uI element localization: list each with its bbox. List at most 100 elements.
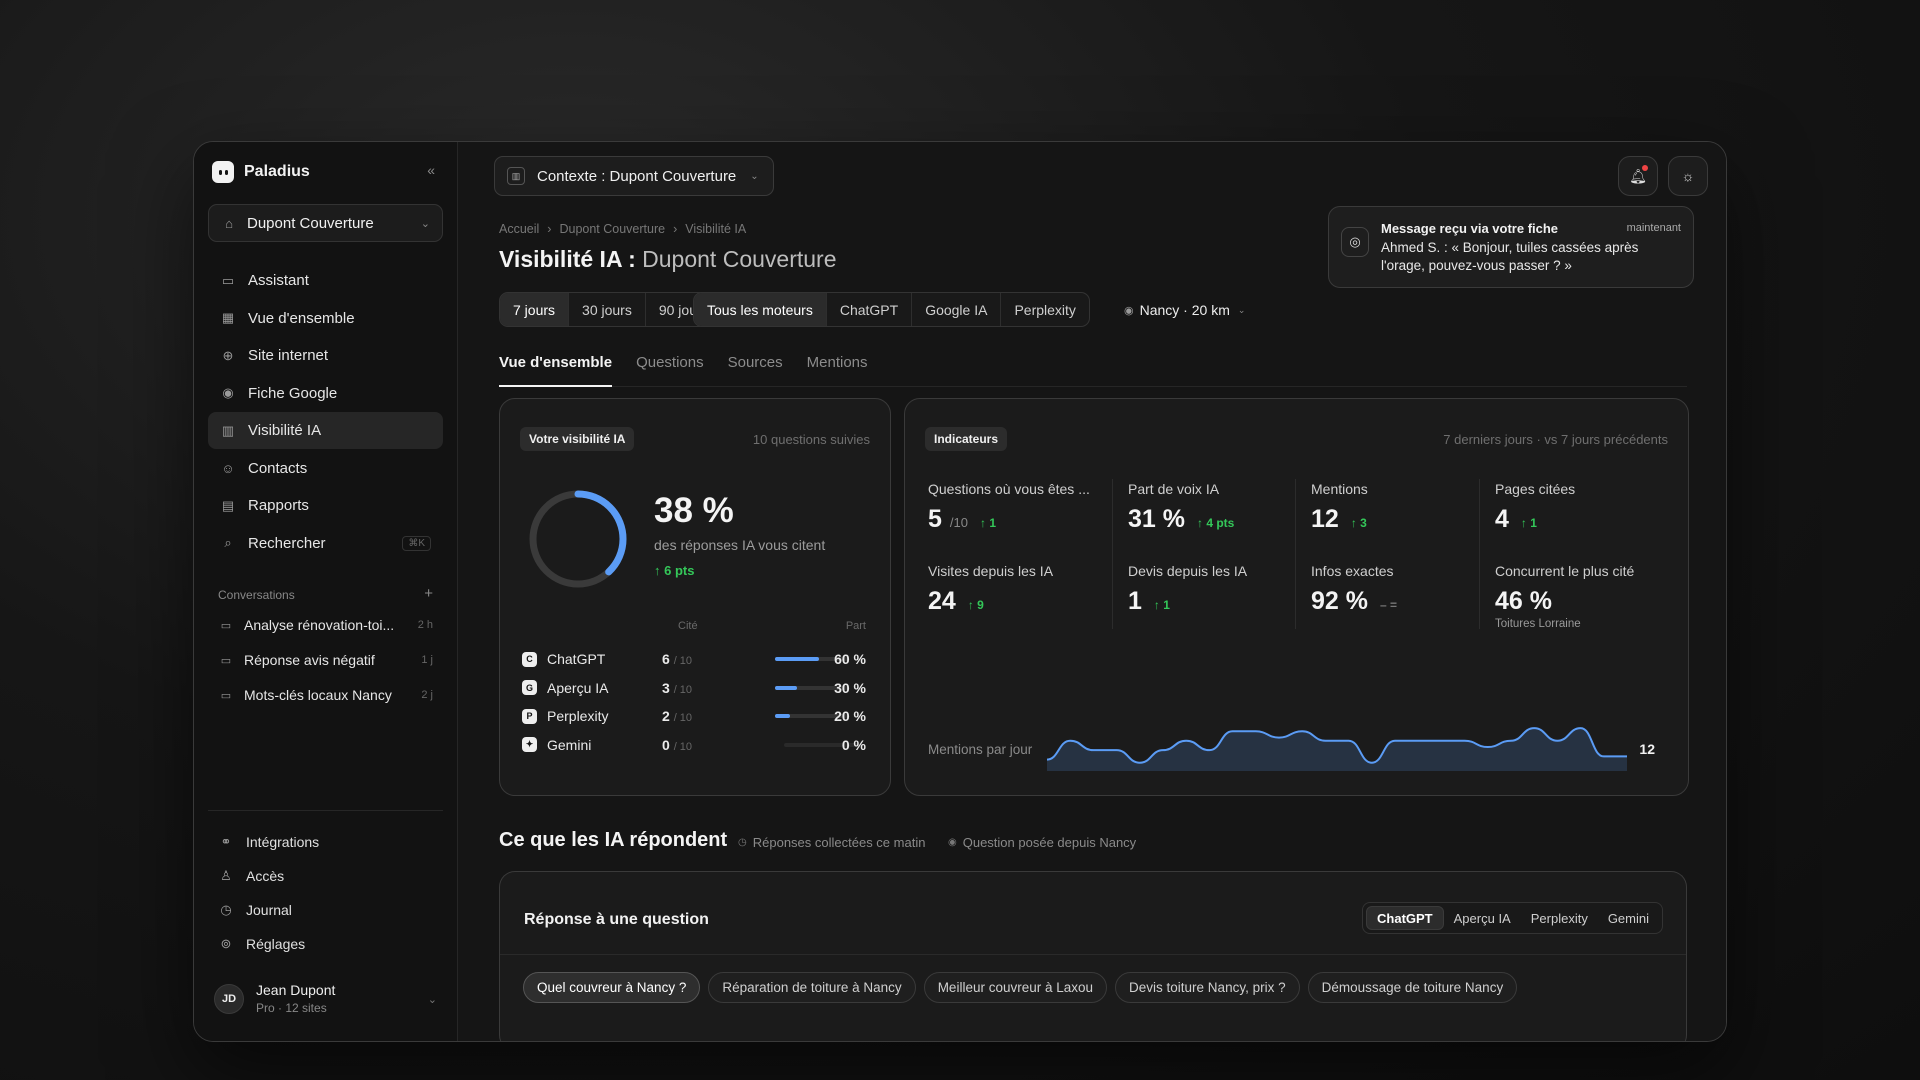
metric-divider (1112, 479, 1113, 629)
question-chip[interactable]: Quel couvreur à Nancy ? (523, 972, 701, 1003)
answer-engine-option[interactable]: Aperçu IA (1444, 906, 1521, 930)
nav-item-ai-visibility[interactable]: ▥ Visibilité IA (208, 412, 443, 449)
nav-item-website[interactable]: ⊕ Site internet (208, 337, 443, 374)
breadcrumb-item[interactable]: Accueil (499, 222, 539, 236)
answer-engine-option[interactable]: Gemini (1598, 906, 1659, 930)
notification-toast[interactable]: ◎ Message reçu via votre fiche Ahmed S. … (1328, 206, 1694, 288)
user-menu[interactable]: JD Jean Dupont Pro · 12 sites ⌄ (208, 974, 443, 1024)
chevron-down-icon: ⌄ (1237, 304, 1246, 315)
engine-cited: 2 / 10 (662, 708, 692, 724)
visibility-percent: 38 % (654, 491, 734, 530)
nav-item-contacts[interactable]: ☺ Contacts (208, 450, 443, 487)
nav-item-google-profile[interactable]: ◉ Fiche Google (208, 375, 443, 412)
metric-value: 24 (928, 587, 956, 615)
engine-cited-value: 3 (662, 679, 670, 696)
nav-item-access[interactable]: ♙ Accès (208, 859, 443, 893)
chevron-down-icon: ⌄ (750, 170, 759, 182)
brand[interactable]: Paladius (208, 142, 443, 202)
brand-name: Paladius (244, 163, 310, 180)
nav-item-overview[interactable]: ▦ Vue d'ensemble (208, 300, 443, 337)
metric-divider (1479, 479, 1480, 629)
engine-row[interactable]: ✦ Gemini 0 / 10 0 % (522, 735, 866, 755)
nav-item-label: Fiche Google (248, 384, 338, 402)
report-icon: ▤ (221, 497, 235, 513)
engine-logo-icon: C (522, 651, 537, 667)
engine-row[interactable]: G Aperçu IA 3 / 10 30 % (522, 678, 866, 698)
conversation-item[interactable]: ▭ Réponse avis négatif 1 j (208, 643, 443, 678)
engine-share-fill (775, 714, 790, 718)
conversation-title: Analyse rénovation-toi... (244, 617, 395, 633)
notifications-button[interactable]: 🔔︎ (1618, 156, 1658, 196)
indicators-badge: Indicateurs (925, 427, 1008, 451)
tab-mentions[interactable]: Mentions (807, 352, 868, 387)
conversation-item[interactable]: ▭ Mots-clés locaux Nancy 2 j (208, 678, 443, 713)
cited-column-header: Cité (678, 620, 698, 632)
search-icon: ⌕ (224, 535, 232, 550)
nav-item-integrations[interactable]: ⚭ Intégrations (208, 825, 443, 859)
metric-value: 92 % (1311, 587, 1368, 615)
engine-option[interactable]: Tous les moteurs (694, 293, 827, 326)
engine-share: 0 % (841, 736, 866, 753)
brand-logo-icon (212, 161, 234, 183)
tab-questions[interactable]: Questions (636, 352, 704, 387)
period-option[interactable]: 30 jours (569, 293, 646, 326)
engine-option[interactable]: ChatGPT (827, 293, 913, 326)
nav-item-settings[interactable]: ⊚ Réglages (208, 927, 443, 961)
chat-icon: ▭ (221, 272, 235, 288)
period-option[interactable]: 7 jours (500, 293, 570, 326)
nav-item-label: Journal (246, 902, 292, 918)
question-chip[interactable]: Réparation de toiture à Nancy (708, 972, 916, 1003)
grid-icon: ▦ (221, 310, 235, 325)
nav-item-label: Contacts (248, 459, 308, 477)
question-chip[interactable]: Démoussage de toiture Nancy (1307, 972, 1518, 1003)
engine-row[interactable]: C ChatGPT 6 / 10 60 % (522, 649, 866, 669)
metric-delta: ↑ 9 (967, 598, 984, 612)
answers-meta-location: ◉ Question posée depuis Nancy (948, 834, 1136, 850)
collapse-sidebar-icon[interactable]: « (427, 162, 435, 178)
engine-name: Gemini (547, 736, 592, 753)
question-chip[interactable]: Devis toiture Nancy, prix ? (1115, 972, 1300, 1003)
nav-item-reports[interactable]: ▤ Rapports (208, 487, 443, 524)
context-selector[interactable]: ▥ Contexte : Dupont Couverture ⌄ (494, 156, 774, 196)
visibility-delta: ↑ 6 pts (654, 563, 695, 578)
conversation-item[interactable]: ▭ Analyse rénovation-toi... 2 h (208, 608, 443, 643)
metric-delta: ↑ 1 (1153, 598, 1170, 612)
tab-overview[interactable]: Vue d'ensemble (499, 352, 613, 387)
globe-icon: ⊕ (222, 347, 234, 363)
nav-item-assistant[interactable]: ▭ Assistant (208, 262, 443, 299)
divider (500, 954, 1686, 955)
engine-cited-value: 6 (662, 651, 670, 667)
nav-item-label: Rapports (248, 497, 309, 514)
metric-tile: Visites depuis les IA 24 ↑ 9 (928, 563, 1098, 616)
breadcrumb-item[interactable]: Dupont Couverture (559, 222, 665, 236)
theme-toggle-button[interactable]: ☼ (1668, 156, 1708, 196)
tab-sources[interactable]: Sources (728, 352, 783, 387)
conversation-time: 1 j (421, 654, 433, 666)
engine-option[interactable]: Google IA (912, 293, 1002, 326)
visibility-description: des réponses IA vous citent (654, 537, 826, 553)
nav-item-journal[interactable]: ◷ Journal (208, 893, 443, 927)
metric-delta: ↑ 1 (979, 516, 996, 530)
question-chip[interactable]: Meilleur couvreur à Laxou (923, 972, 1108, 1003)
main-content: ▥ Contexte : Dupont Couverture ⌄ 🔔︎ ☼ ◎ … (458, 142, 1726, 1041)
engine-row[interactable]: P Perplexity 2 / 10 20 % (522, 706, 866, 726)
engine-logo-icon: G (522, 680, 537, 695)
nav-item-search[interactable]: ⌕ Rechercher ⌘K (208, 525, 443, 562)
sparkline-last-value: 12 (1639, 741, 1655, 757)
engine-name: ChatGPT (547, 651, 606, 667)
add-conversation-icon[interactable]: + (424, 586, 433, 602)
building-icon: ▥ (507, 167, 525, 185)
engine-option[interactable]: Perplexity (1001, 293, 1088, 326)
user-plan: Pro · 12 sites (256, 1001, 327, 1015)
metric-delta: ↑ 3 (1350, 516, 1367, 530)
answer-engine-option[interactable]: Perplexity (1521, 906, 1598, 930)
workspace-selector[interactable]: ⌂ Dupont Couverture ⌄ (208, 204, 443, 242)
conversation-title: Réponse avis négatif (244, 652, 375, 668)
avatar: JD (214, 984, 244, 1014)
metric-suffix: /10 (949, 515, 968, 530)
answer-engine-option[interactable]: ChatGPT (1366, 906, 1444, 930)
location-label: Nancy · 20 km (1139, 302, 1230, 318)
page-title-main: Visibilité IA : (499, 246, 636, 272)
main-nav: ▭ Assistant ▦ Vue d'ensemble ⊕ Site inte… (208, 262, 443, 562)
location-filter[interactable]: ◉ Nancy · 20 km ⌄ (1124, 302, 1245, 318)
